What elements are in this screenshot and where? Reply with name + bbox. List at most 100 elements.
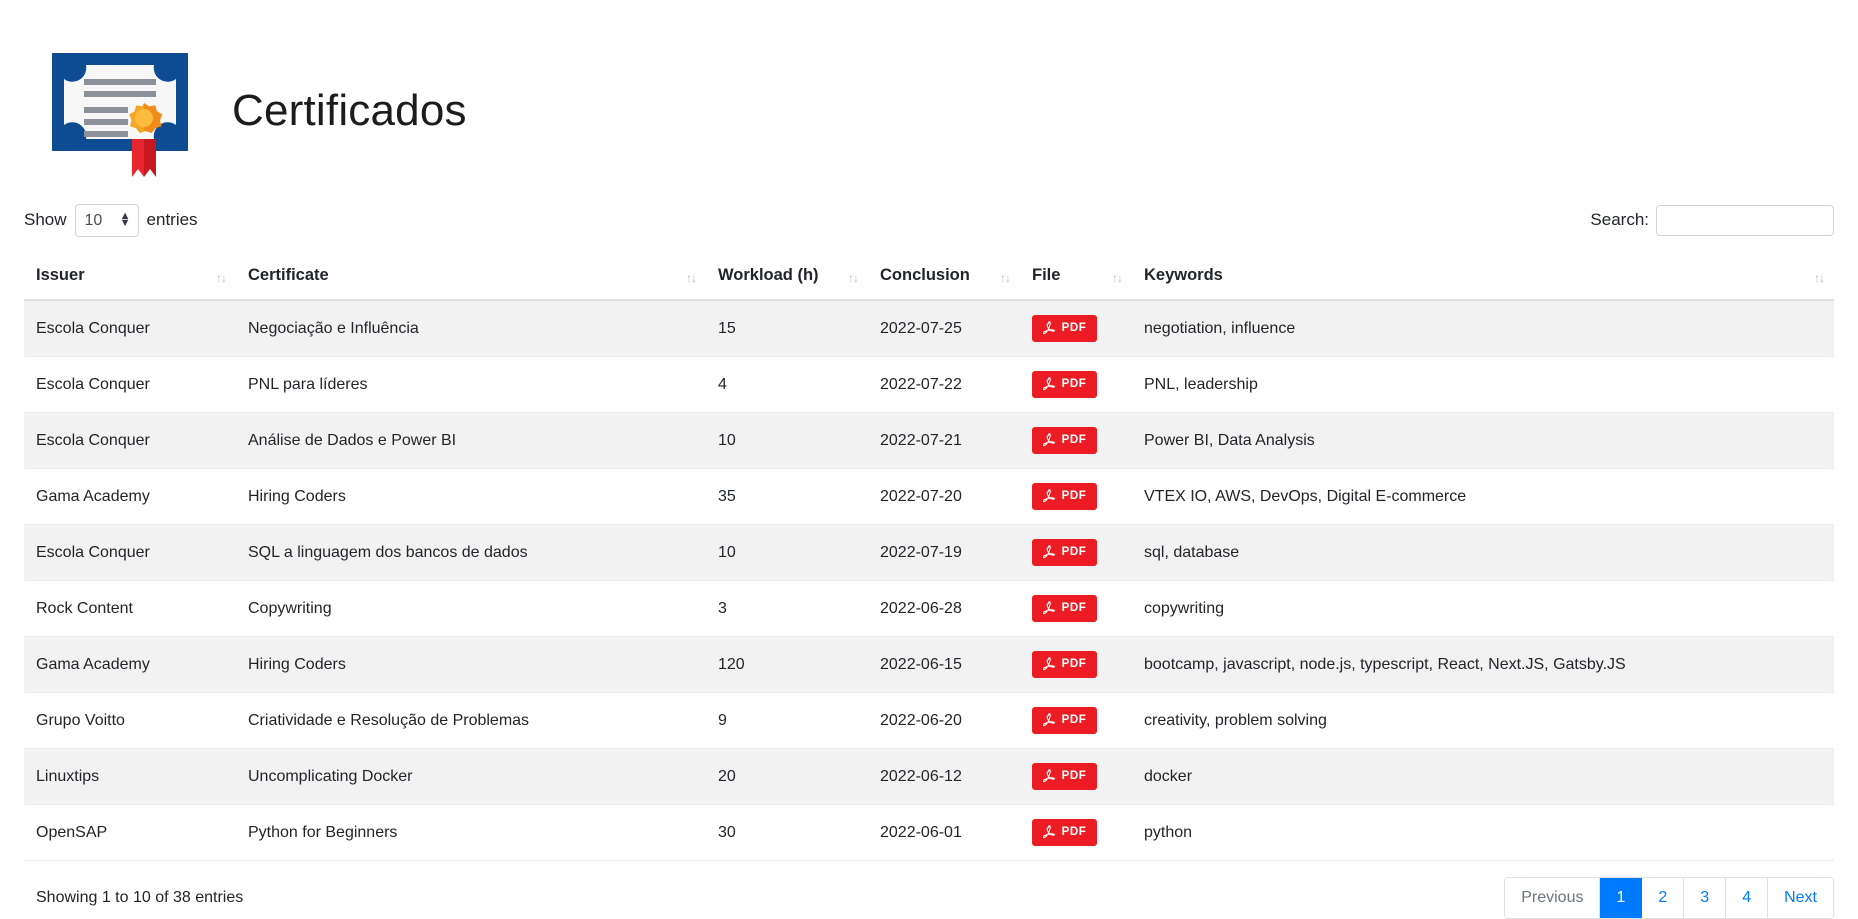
column-header-file[interactable]: File ↑↓ <box>1020 256 1132 301</box>
cell-issuer: Escola Conquer <box>24 524 236 581</box>
cell-keywords: Power BI, Data Analysis <box>1132 412 1834 469</box>
pdf-file-icon <box>1042 488 1056 505</box>
cell-certificate: Hiring Coders <box>236 636 706 693</box>
table-head: Issuer ↑↓ Certificate ↑↓ Workload (h) ↑↓… <box>24 256 1834 301</box>
table-row: Escola Conquer PNL para líderes 4 2022-07-2… <box>24 356 1834 413</box>
page-length-select[interactable]: 10 25 50 100 <box>74 203 139 237</box>
cell-certificate: Criatividade e Resolução de Problemas <box>236 692 706 749</box>
cell-keywords: PNL, leadership <box>1132 356 1834 413</box>
certificates-table-container: Show 10 25 50 100 ▲▼ entries Search: <box>0 200 1858 919</box>
cell-workload: 3 <box>706 580 868 637</box>
cell-workload: 20 <box>706 748 868 805</box>
pagination-button-next[interactable]: Next <box>1768 878 1833 918</box>
pagination-button-3[interactable]: 3 <box>1684 878 1727 918</box>
column-header-conclusion[interactable]: Conclusion ↑↓ <box>868 256 1020 301</box>
pdf-download-button[interactable]: PDF <box>1032 651 1097 678</box>
column-header-issuer-label: Issuer <box>36 266 85 284</box>
sort-both-icon: ↑↓ <box>1814 271 1825 285</box>
cell-workload: 30 <box>706 804 868 861</box>
pdf-download-button[interactable]: PDF <box>1032 371 1097 398</box>
cell-file: PDF <box>1020 468 1132 525</box>
cell-keywords: sql, database <box>1132 524 1834 581</box>
cell-conclusion: 2022-07-21 <box>868 412 1020 469</box>
cell-certificate: Copywriting <box>236 580 706 637</box>
cell-conclusion: 2022-07-22 <box>868 356 1020 413</box>
cell-certificate: Python for Beginners <box>236 804 706 861</box>
pdf-download-button[interactable]: PDF <box>1032 483 1097 510</box>
page-length-control: Show 10 25 50 100 ▲▼ entries <box>24 203 198 237</box>
cell-certificate: Uncomplicating Docker <box>236 748 706 805</box>
cell-workload: 15 <box>706 300 868 357</box>
table-body: Escola Conquer Negociação e Influência 15 2… <box>24 300 1834 861</box>
pdf-download-button[interactable]: PDF <box>1032 315 1097 342</box>
sort-both-icon: ↑↓ <box>216 271 227 285</box>
certificate-icon <box>40 31 200 191</box>
pdf-download-button[interactable]: PDF <box>1032 427 1097 454</box>
search-input[interactable] <box>1656 204 1834 236</box>
cell-certificate: Negociação e Influência <box>236 300 706 357</box>
pdf-download-button[interactable]: PDF <box>1032 539 1097 566</box>
cell-file: PDF <box>1020 804 1132 861</box>
pdf-file-icon <box>1042 320 1056 337</box>
sort-both-icon: ↑↓ <box>1112 271 1123 285</box>
cell-keywords: VTEX IO, AWS, DevOps, Digital E-commerce <box>1132 468 1834 525</box>
pdf-file-icon <box>1042 712 1056 729</box>
table-row: OpenSAP Python for Beginners 30 2022-06-01 P… <box>24 804 1834 861</box>
pagination-button-2[interactable]: 2 <box>1642 878 1685 918</box>
search-label: Search: <box>1590 210 1649 229</box>
column-header-conclusion-label: Conclusion <box>880 266 970 284</box>
pdf-badge-label: PDF <box>1061 713 1087 726</box>
pdf-file-icon <box>1042 600 1056 617</box>
pdf-badge-label: PDF <box>1061 545 1087 558</box>
cell-keywords: copywriting <box>1132 580 1834 637</box>
cell-conclusion: 2022-07-19 <box>868 524 1020 581</box>
cell-conclusion: 2022-06-15 <box>868 636 1020 693</box>
cell-issuer: Rock Content <box>24 580 236 637</box>
cell-file: PDF <box>1020 300 1132 357</box>
pdf-download-button[interactable]: PDF <box>1032 595 1097 622</box>
cell-workload: 10 <box>706 524 868 581</box>
cell-keywords: docker <box>1132 748 1834 805</box>
cell-certificate: Hiring Coders <box>236 468 706 525</box>
pagination-button-previous: Previous <box>1505 878 1601 918</box>
pdf-badge-label: PDF <box>1061 377 1087 390</box>
cell-issuer: Gama Academy <box>24 636 236 693</box>
cell-file: PDF <box>1020 580 1132 637</box>
pdf-file-icon <box>1042 824 1056 841</box>
pagination-button-1[interactable]: 1 <box>1600 878 1643 918</box>
cell-file: PDF <box>1020 524 1132 581</box>
cell-issuer: Grupo Voitto <box>24 692 236 749</box>
page-header: Certificados <box>0 0 1858 200</box>
pdf-badge-label: PDF <box>1061 601 1087 614</box>
table-row: Escola Conquer SQL a linguagem dos bancos… <box>24 524 1834 581</box>
table-controls: Show 10 25 50 100 ▲▼ entries Search: <box>24 200 1834 240</box>
cell-file: PDF <box>1020 356 1132 413</box>
pdf-download-button[interactable]: PDF <box>1032 763 1097 790</box>
cell-conclusion: 2022-06-20 <box>868 692 1020 749</box>
table-row: Gama Academy Hiring Coders 120 2022-06-15 PD… <box>24 636 1834 693</box>
column-header-issuer[interactable]: Issuer ↑↓ <box>24 256 236 301</box>
cell-workload: 4 <box>706 356 868 413</box>
pagination-button-4[interactable]: 4 <box>1726 878 1769 918</box>
pdf-file-icon <box>1042 656 1056 673</box>
table-row: Gama Academy Hiring Coders 35 2022-07-20 PDF… <box>24 468 1834 525</box>
pdf-download-button[interactable]: PDF <box>1032 707 1097 734</box>
column-header-workload[interactable]: Workload (h) ↑↓ <box>706 256 868 301</box>
show-label: Show <box>24 210 67 229</box>
cell-keywords: creativity, problem solving <box>1132 692 1834 749</box>
cell-conclusion: 2022-06-01 <box>868 804 1020 861</box>
cell-workload: 10 <box>706 412 868 469</box>
search-control: Search: <box>1590 204 1834 236</box>
pdf-file-icon <box>1042 432 1056 449</box>
column-header-certificate[interactable]: Certificate ↑↓ <box>236 256 706 301</box>
sort-both-icon: ↑↓ <box>686 271 697 285</box>
column-header-keywords[interactable]: Keywords ↑↓ <box>1132 256 1834 301</box>
cell-keywords: python <box>1132 804 1834 861</box>
pdf-badge-label: PDF <box>1061 769 1087 782</box>
cell-conclusion: 2022-06-12 <box>868 748 1020 805</box>
cell-file: PDF <box>1020 748 1132 805</box>
cell-issuer: Escola Conquer <box>24 412 236 469</box>
table-row: Linuxtips Uncomplicating Docker 20 2022-06-… <box>24 748 1834 805</box>
cell-conclusion: 2022-07-20 <box>868 468 1020 525</box>
pdf-download-button[interactable]: PDF <box>1032 819 1097 846</box>
